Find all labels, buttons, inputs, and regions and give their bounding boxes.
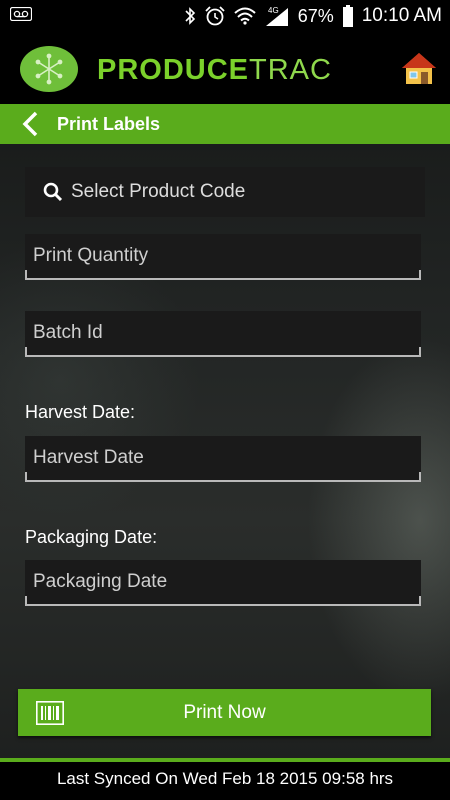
packaging-date-label: Packaging Date: bbox=[25, 527, 158, 547]
page-title: Print Labels bbox=[57, 114, 161, 134]
print-quantity-field bbox=[25, 234, 421, 280]
packaging-date-input[interactable] bbox=[25, 560, 421, 604]
battery-icon bbox=[342, 5, 353, 27]
batch-id-field bbox=[25, 311, 421, 357]
brand-name: PRODUCETRAC bbox=[97, 54, 332, 87]
print-now-button[interactable]: Print Now bbox=[18, 689, 431, 736]
batch-id-input[interactable] bbox=[25, 311, 421, 355]
status-bar: 4G 67% 10:10 AM bbox=[0, 0, 450, 32]
product-code-select[interactable]: Select Product Code bbox=[25, 167, 425, 217]
product-code-placeholder: Select Product Code bbox=[71, 181, 246, 202]
clock: 10:10 AM bbox=[361, 5, 442, 26]
battery-percent: 67% bbox=[297, 5, 334, 26]
harvest-date-field bbox=[25, 436, 421, 482]
network-type: 4G bbox=[268, 6, 279, 15]
harvest-date-label: Harvest Date: bbox=[25, 402, 136, 422]
wifi-icon bbox=[234, 7, 256, 25]
bluetooth-icon bbox=[185, 7, 195, 25]
packaging-date-field bbox=[25, 560, 421, 606]
asterisk-logo-icon bbox=[20, 46, 78, 92]
brand-part-trac: TRAC bbox=[249, 54, 332, 86]
voicemail-icon bbox=[10, 7, 32, 21]
alarm-icon bbox=[205, 6, 225, 26]
title-bar: Print Labels bbox=[0, 104, 450, 144]
home-icon[interactable] bbox=[400, 50, 438, 88]
print-quantity-input[interactable] bbox=[25, 234, 421, 278]
search-icon bbox=[43, 182, 63, 202]
status-icons: 4G 67% 10:10 AM bbox=[184, 0, 442, 32]
app-header: PRODUCETRAC bbox=[0, 32, 450, 104]
sync-status-footer: Last Synced On Wed Feb 18 2015 09:58 hrs bbox=[0, 762, 450, 800]
signal-icon: 4G bbox=[265, 6, 288, 26]
harvest-date-input[interactable] bbox=[25, 436, 421, 480]
chevron-left-icon[interactable] bbox=[18, 110, 46, 138]
brand-part-produce: PRODUCE bbox=[97, 54, 250, 86]
print-now-label: Print Now bbox=[183, 702, 266, 723]
